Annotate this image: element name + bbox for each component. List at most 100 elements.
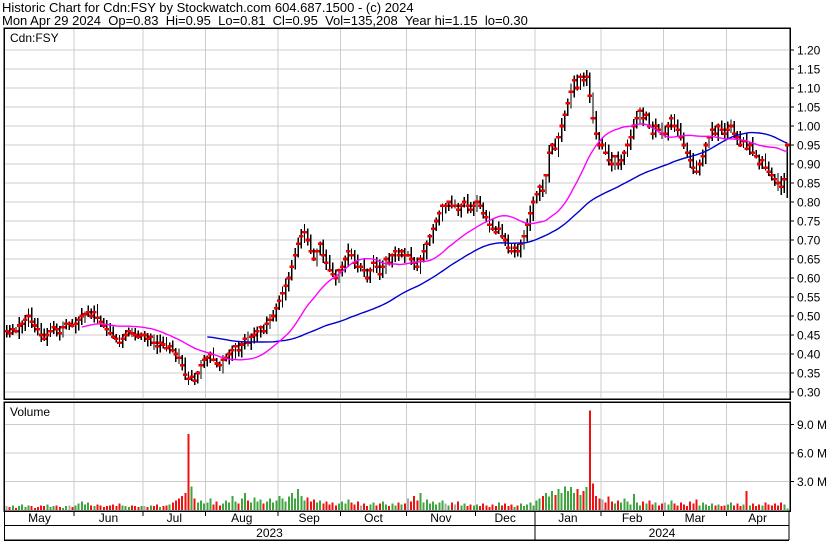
close-tick: [531, 200, 536, 204]
volume-bar: [708, 506, 711, 510]
close-tick: [233, 345, 238, 348]
volume-bar: [610, 501, 613, 510]
close-tick: [48, 329, 53, 333]
moving-averages: [81, 123, 788, 361]
close-tick: [575, 86, 580, 90]
volume-bar: [623, 498, 626, 510]
close-tick: [35, 328, 41, 331]
close-tick: [452, 204, 458, 208]
volume-bar: [435, 504, 438, 510]
volume-bar: [438, 502, 441, 510]
close-tick: [622, 151, 627, 154]
volume-bar: [576, 489, 579, 510]
volume-bar: [71, 507, 74, 510]
volume-bar: [24, 507, 27, 510]
close-tick: [709, 128, 715, 132]
month-label: Jul: [167, 511, 182, 525]
volume-bar: [228, 502, 231, 510]
volume-bar: [626, 501, 629, 510]
volume-bar: [237, 503, 240, 510]
close-tick: [458, 204, 464, 208]
volume-bar: [381, 501, 384, 510]
volume-bar: [751, 503, 754, 510]
volume-bar: [149, 505, 152, 510]
close-tick: [151, 341, 157, 344]
volume-bar: [256, 501, 259, 510]
volume-bar: [632, 493, 635, 510]
volume-bar: [635, 502, 638, 510]
volume-bar: [65, 506, 68, 510]
volume-bar: [648, 500, 651, 510]
month-label: Feb: [622, 511, 643, 525]
close-tick: [571, 79, 577, 82]
close-tick: [543, 174, 549, 177]
close-tick: [684, 151, 690, 154]
close-tick: [593, 132, 599, 135]
volume-bar: [337, 503, 340, 510]
volume-bar: [745, 491, 748, 510]
close-tick: [19, 322, 25, 325]
close-tick: [211, 358, 216, 361]
close-tick: [474, 200, 480, 204]
close-tick: [383, 257, 389, 261]
close-tick: [738, 143, 743, 147]
close-tick: [236, 348, 241, 352]
volume-bar: [58, 507, 61, 510]
close-tick: [521, 234, 527, 238]
close-tick: [273, 307, 279, 310]
volume-bar: [124, 506, 127, 510]
close-tick: [358, 265, 364, 268]
volume-bar: [262, 503, 265, 510]
volume-bar: [773, 503, 776, 510]
volume-bar: [482, 503, 485, 510]
volume-bar: [739, 506, 742, 510]
volume-bar: [87, 502, 90, 510]
close-tick: [747, 143, 753, 147]
close-tick: [195, 371, 201, 375]
volume-bar: [664, 502, 667, 510]
close-tick: [368, 269, 373, 272]
close-tick: [161, 343, 166, 346]
volume-bar: [11, 505, 14, 510]
volume-bar: [14, 508, 17, 510]
volume-bar: [221, 503, 224, 510]
close-tick: [496, 227, 502, 230]
close-tick: [785, 143, 790, 147]
volume-bar: [131, 505, 134, 510]
close-tick: [465, 204, 470, 208]
close-tick: [167, 345, 172, 348]
month-label: Mar: [685, 511, 706, 525]
close-tick: [26, 314, 31, 318]
volume-bar: [30, 506, 33, 510]
volume-bar: [475, 504, 478, 510]
volume-bar: [394, 505, 397, 510]
close-tick: [484, 215, 489, 219]
stockwatch-historic-chart: Historic Chart for Cdn:FSY by Stockwatch…: [0, 0, 830, 543]
month-label: Sep: [299, 511, 321, 525]
close-tick: [549, 143, 555, 147]
volume-bar: [755, 506, 758, 510]
close-tick: [364, 276, 370, 280]
volume-bar: [529, 502, 532, 510]
volume-bar: [494, 506, 497, 510]
volume-bar: [77, 503, 80, 510]
volume-bar: [541, 495, 544, 510]
volume-bar: [645, 503, 648, 510]
close-tick: [45, 333, 50, 337]
close-tick: [603, 151, 608, 154]
volume-bar: [406, 498, 409, 510]
volume-tick-label: 6.0 M: [797, 447, 827, 461]
close-tick: [230, 348, 235, 352]
volume-bar: [425, 499, 428, 510]
volume-bar: [432, 501, 435, 510]
volume-bar: [259, 499, 262, 510]
volume-bar: [551, 491, 554, 510]
volume-bar: [115, 506, 118, 510]
volume-bar: [667, 504, 670, 510]
close-tick: [471, 204, 477, 208]
close-tick: [672, 124, 677, 128]
volume-bar: [400, 504, 403, 510]
close-tick: [277, 299, 282, 303]
volume-bar: [720, 506, 723, 510]
close-tick: [703, 143, 709, 147]
